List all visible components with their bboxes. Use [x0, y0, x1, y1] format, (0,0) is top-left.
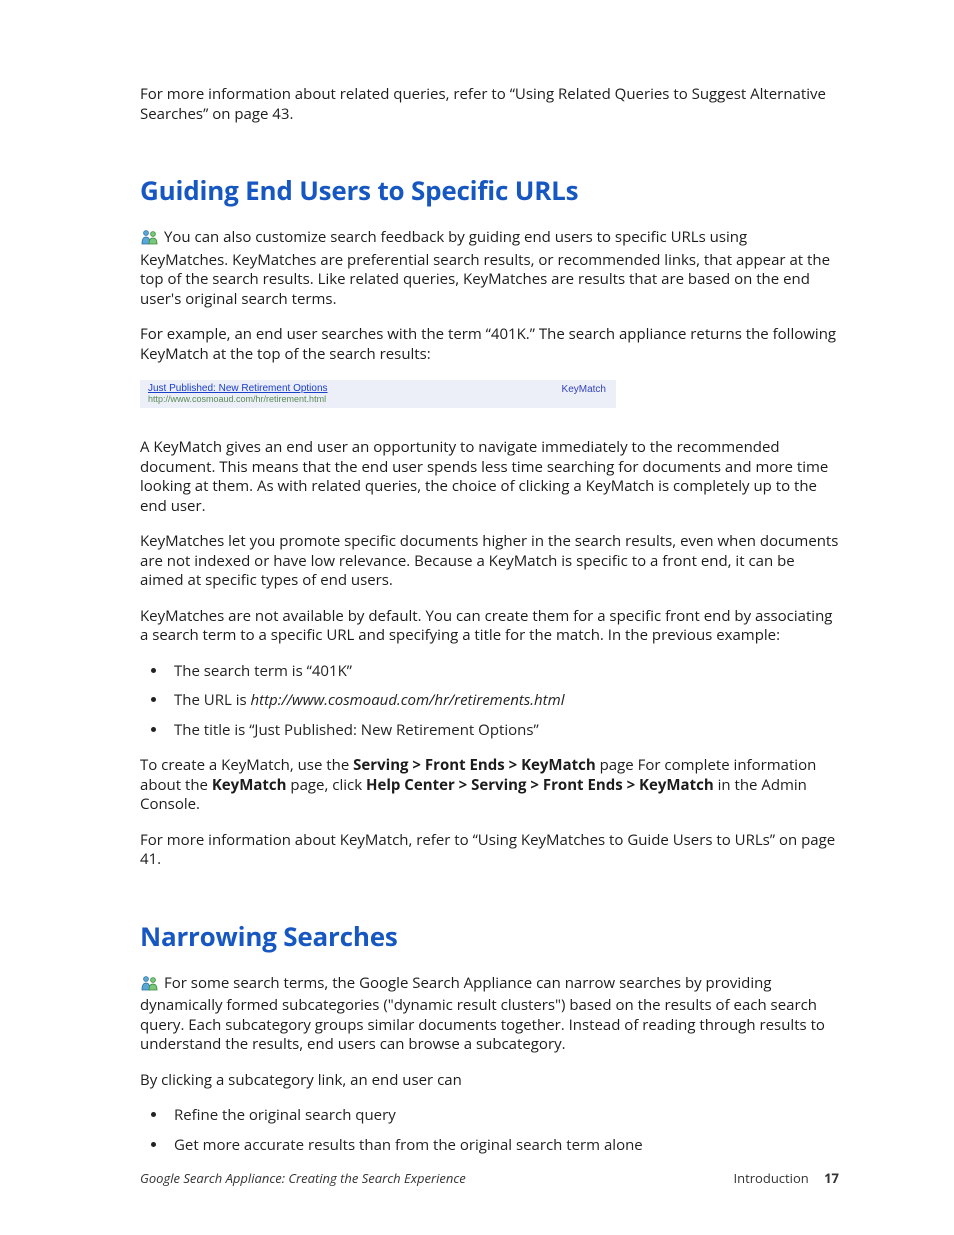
footer-section-label: Introduction — [734, 1169, 809, 1187]
section2-p1: For some search terms, the Google Search… — [140, 974, 839, 1055]
list-item: The title is “Just Published: New Retire… — [168, 721, 839, 741]
section1-p7: For more information about KeyMatch, ref… — [140, 831, 839, 870]
list-item: The URL is http://www.cosmoaud.com/hr/re… — [168, 691, 839, 711]
nav-path-bold: Serving > Front Ends > KeyMatch — [353, 755, 596, 775]
section1-p2: For example, an end user searches with t… — [140, 325, 839, 364]
people-icon — [140, 229, 160, 251]
footer-doc-title: Google Search Appliance: Creating the Se… — [140, 1169, 466, 1187]
bullet-url-italic: http://www.cosmoaud.com/hr/retirements.h… — [251, 690, 565, 710]
section-heading-guiding: Guiding End Users to Specific URLs — [140, 172, 839, 208]
section2-p1-text: For some search terms, the Google Search… — [140, 973, 825, 1055]
intro-paragraph: For more information about related queri… — [140, 85, 839, 124]
list-item: The search term is “401K” — [168, 662, 839, 682]
keymatch-title-link[interactable]: Just Published: New Retirement Options — [148, 383, 608, 394]
section1-bullet-list: The search term is “401K” The URL is htt… — [140, 662, 839, 741]
section1-p1-text: You can also customize search feedback b… — [140, 227, 830, 309]
list-item: Refine the original search query — [168, 1106, 839, 1126]
page-number: 17 — [824, 1169, 839, 1187]
section1-p5: KeyMatches are not available by default.… — [140, 607, 839, 646]
section1-p6: To create a KeyMatch, use the Serving > … — [140, 756, 839, 815]
keymatch-label: KeyMatch — [562, 384, 606, 395]
section1-p1: You can also customize search feedback b… — [140, 228, 839, 309]
section-heading-narrowing: Narrowing Searches — [140, 918, 839, 954]
section2-p2: By clicking a subcategory link, an end u… — [140, 1071, 839, 1091]
list-item: Get more accurate results than from the … — [168, 1136, 839, 1156]
text-run: To create a KeyMatch, use the — [140, 755, 353, 775]
page-footer: Google Search Appliance: Creating the Se… — [140, 1169, 839, 1187]
keymatch-example: Just Published: New Retirement Options h… — [140, 380, 616, 408]
text-run: page, click — [287, 775, 366, 795]
people-icon — [140, 975, 160, 997]
bullet-text: The URL is — [174, 690, 251, 710]
section1-p3: A KeyMatch gives an end user an opportun… — [140, 438, 839, 516]
section1-p4: KeyMatches let you promote specific docu… — [140, 532, 839, 591]
keymatch-url: http://www.cosmoaud.com/hr/retirement.ht… — [148, 394, 608, 404]
section2-bullet-list: Refine the original search query Get mor… — [140, 1106, 839, 1155]
keymatch-bold: KeyMatch — [212, 775, 287, 795]
help-path-bold: Help Center > Serving > Front Ends > Key… — [366, 775, 714, 795]
